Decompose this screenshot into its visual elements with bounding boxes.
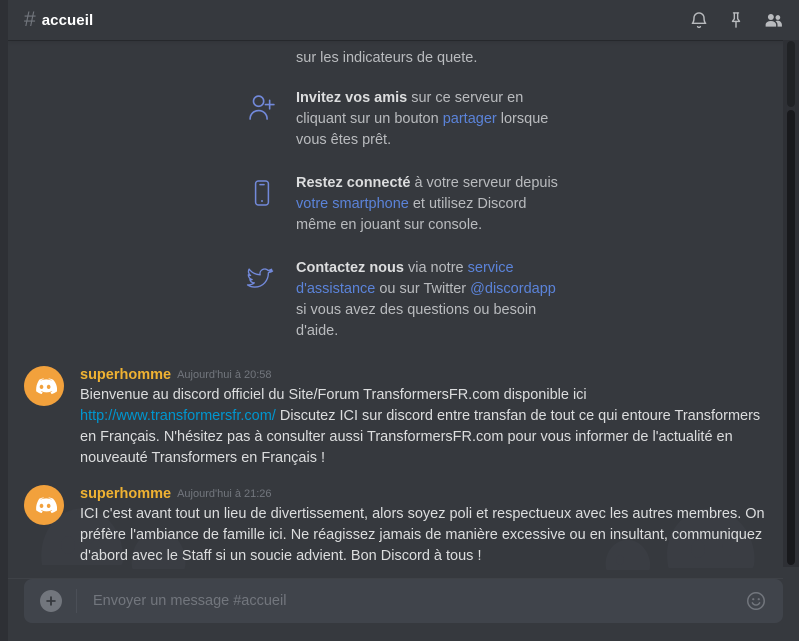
- message-timestamp: Aujourd'hui à 20:58: [177, 369, 272, 381]
- server-rail-strip: [0, 0, 8, 641]
- text-segment: via notre: [403, 260, 468, 276]
- text-segment: ou sur Twitter: [375, 281, 471, 297]
- members-icon[interactable]: [763, 10, 783, 30]
- welcome-tip-text: Invitez vos amis sur ce serveur en cliqu…: [296, 88, 564, 151]
- message-author[interactable]: superhomme: [80, 367, 171, 383]
- welcome-tip-text: Restez connecté à votre serveur depuis v…: [296, 173, 564, 236]
- composer-area: [8, 579, 799, 641]
- welcome-tip-item: Contactez nous via notre service d'assis…: [8, 258, 783, 342]
- text-segment: sur les indicateurs de quete.: [296, 50, 478, 66]
- pin-icon[interactable]: [726, 10, 746, 30]
- message-header: superhomme Aujourd'hui à 20:58: [80, 367, 767, 383]
- message-author[interactable]: superhomme: [80, 486, 171, 502]
- message-header: superhomme Aujourd'hui à 21:26: [80, 486, 767, 502]
- message-scroller[interactable]: sur les indicateurs de quete. Invitez vos…: [8, 40, 799, 579]
- message-text: Bienvenue au discord officiel du Site/Fo…: [80, 385, 767, 469]
- mobile-phone-icon: [242, 173, 282, 213]
- channel-main-column: # accueil sur les indicateurs de quete. …: [8, 0, 799, 641]
- inline-link[interactable]: votre smartphone: [296, 196, 409, 212]
- text-segment-bold: Contactez nous: [296, 260, 404, 276]
- header-icon-group: [689, 10, 787, 30]
- inline-link[interactable]: @discordapp: [470, 281, 556, 297]
- welcome-tip-text: sur les indicateurs de quete.: [296, 48, 477, 69]
- text-segment: si vous avez des questions ou besoin d'a…: [296, 302, 537, 339]
- message-timestamp: Aujourd'hui à 21:26: [177, 488, 272, 500]
- message-item[interactable]: superhomme Aujourd'hui à 20:58 Bienvenue a…: [8, 350, 783, 469]
- scrollbar-thumb[interactable]: [787, 41, 795, 107]
- welcome-tips-list: sur les indicateurs de quete. Invitez vos…: [8, 40, 783, 342]
- text-segment: Bienvenue au discord officiel du Site/Fo…: [80, 387, 587, 403]
- add-attachment-button[interactable]: [40, 590, 62, 612]
- add-friend-icon: [242, 88, 282, 128]
- vertical-scrollbar[interactable]: [783, 40, 799, 567]
- inline-link[interactable]: partager: [443, 111, 497, 127]
- emphasis-text: Invitez vos amis: [296, 90, 408, 106]
- channel-header: # accueil: [8, 0, 799, 40]
- hash-icon: #: [24, 7, 36, 31]
- message-list: superhomme Aujourd'hui à 20:58 Bienvenue a…: [8, 350, 799, 579]
- scroller-content: sur les indicateurs de quete. Invitez vos…: [8, 40, 799, 579]
- text-segment: ICI c'est avant tout un lieu de divertis…: [80, 506, 765, 564]
- avatar[interactable]: [24, 485, 64, 525]
- welcome-tip-text: Contactez nous via notre service d'assis…: [296, 258, 564, 342]
- welcome-tip-item: Restez connecté à votre serveur depuis v…: [8, 173, 783, 236]
- message-item[interactable]: superhomme Aujourd'hui à 21:26 ICI c'est a…: [8, 469, 783, 567]
- quest-indicator-icon: [242, 48, 282, 70]
- avatar[interactable]: [24, 366, 64, 406]
- twitter-bird-icon: [242, 258, 282, 298]
- welcome-tip-item: Invitez vos amis sur ce serveur en cliqu…: [8, 88, 783, 151]
- message-body: superhomme Aujourd'hui à 21:26 ICI c'est a…: [80, 485, 767, 567]
- bell-icon[interactable]: [689, 10, 709, 30]
- message-input[interactable]: [77, 593, 745, 609]
- text-segment-bold: Restez connecté: [296, 175, 410, 191]
- inline-link[interactable]: http://www.transformersfr.com/: [80, 408, 276, 424]
- scrollbar-track[interactable]: [787, 110, 795, 565]
- welcome-tip-item: sur les indicateurs de quete.: [8, 48, 783, 70]
- text-segment: à votre serveur depuis: [410, 175, 558, 191]
- emoji-picker-button[interactable]: [745, 590, 767, 612]
- emphasis-text: Contactez nous: [296, 260, 404, 276]
- emphasis-text: Restez connecté: [296, 175, 411, 191]
- channel-name: accueil: [41, 11, 94, 29]
- text-segment-bold: Invitez vos amis: [296, 90, 407, 106]
- message-text: ICI c'est avant tout un lieu de divertis…: [80, 504, 767, 567]
- message-body: superhomme Aujourd'hui à 20:58 Bienvenue a…: [80, 366, 767, 469]
- discord-app-window: # accueil sur les indicateurs de quete. …: [0, 0, 799, 641]
- message-composer[interactable]: [24, 579, 783, 623]
